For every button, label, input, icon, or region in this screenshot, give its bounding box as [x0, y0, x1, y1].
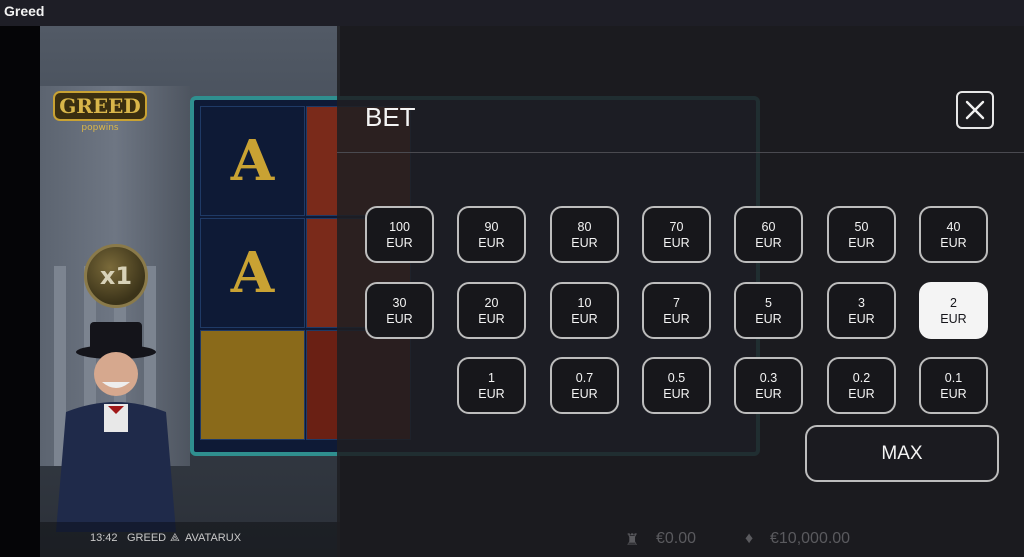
bet-option-30[interactable]: 30 EUR [365, 282, 434, 339]
bet-amount: 20 [484, 295, 499, 310]
bet-currency: EUR [940, 386, 967, 401]
bet-amount: 0.7 [575, 370, 594, 385]
close-button[interactable] [956, 91, 994, 129]
bet-amount: 100 [389, 219, 410, 234]
bet-currency: EUR [571, 311, 598, 326]
bet-currency: EUR [386, 235, 413, 250]
bet-currency: EUR [663, 386, 690, 401]
bet-option-1[interactable]: 1 EUR [457, 357, 526, 414]
reel-symbol [200, 330, 305, 440]
bet-amount: 10 [577, 295, 592, 310]
bet-option-10[interactable]: 10 EUR [550, 282, 619, 339]
bet-currency: EUR [755, 235, 782, 250]
bet-currency: EUR [478, 235, 505, 250]
bet-option-5[interactable]: 5 EUR [734, 282, 803, 339]
balance-amount: €10,000.00 [770, 530, 851, 547]
bet-option-0-2[interactable]: 0.2 EUR [827, 357, 896, 414]
bet-amount: 80 [577, 219, 592, 234]
bet-option-2[interactable]: 2 EUR [919, 282, 988, 339]
bet-divider [337, 152, 1024, 153]
provider-text: AVATARUX [185, 532, 242, 544]
bet-amount: 5 [765, 295, 772, 310]
symbol-a: A [200, 218, 305, 328]
bet-option-0-3[interactable]: 0.3 EUR [734, 357, 803, 414]
bet-option-70[interactable]: 70 EUR [642, 206, 711, 263]
provider-icon: ⟁ [170, 532, 180, 544]
game-name-text: GREED [127, 532, 167, 544]
bet-amount: 0.3 [759, 370, 778, 385]
bet-amount: 60 [761, 219, 776, 234]
bet-currency: EUR [848, 235, 875, 250]
max-bet-button[interactable]: MAX [805, 425, 999, 482]
bet-currency: EUR [663, 235, 690, 250]
svg-text:GREED: GREED [59, 94, 141, 118]
bet-option-100[interactable]: 100 EUR [365, 206, 434, 263]
bet-currency: EUR [940, 235, 967, 250]
bet-option-7[interactable]: 7 EUR [642, 282, 711, 339]
clock-text: 13:42 [90, 532, 118, 544]
bet-currency: EUR [571, 235, 598, 250]
bet-amount: 7 [673, 295, 680, 310]
game-area: GREED popwins x1 A A 13:42 GREED ⟁ AVATA… [0, 26, 1024, 557]
bet-amount: 3 [858, 295, 865, 310]
greed-character-illustration [56, 322, 176, 532]
bet-amount: 90 [484, 219, 499, 234]
bet-option-20[interactable]: 20 EUR [457, 282, 526, 339]
bet-amount: 0.2 [852, 370, 871, 385]
game-footer: 13:42 GREED ⟁ AVATARUX [40, 522, 340, 557]
bet-currency: EUR [386, 311, 413, 326]
bet-amount: 0.1 [944, 370, 963, 385]
bet-amount: 1 [488, 370, 495, 385]
bet-amount: 0.5 [667, 370, 686, 385]
bet-currency: EUR [663, 311, 690, 326]
window-title: Greed [0, 0, 1024, 26]
bet-option-90[interactable]: 90 EUR [457, 206, 526, 263]
bet-option-50[interactable]: 50 EUR [827, 206, 896, 263]
greed-logo: GREED popwins [53, 91, 147, 133]
close-icon [965, 100, 985, 120]
bet-currency: EUR [940, 311, 967, 326]
bet-amount: 50 [854, 219, 869, 234]
bet-amount: 2 [950, 295, 957, 310]
bet-option-0-5[interactable]: 0.5 EUR [642, 357, 711, 414]
bet-option-3[interactable]: 3 EUR [827, 282, 896, 339]
trophy-icon: ♜ [625, 532, 640, 549]
bet-panel: BET 100 EUR 90 EUR 80 EUR 70 EUR 60 EUR 50 EUR 40 EUR… [337, 26, 1024, 557]
svg-text:popwins: popwins [81, 123, 118, 133]
win-amount: €0.00 [656, 530, 697, 547]
bet-currency: EUR [478, 311, 505, 326]
bet-title: BET [365, 102, 416, 132]
bet-currency: EUR [848, 311, 875, 326]
symbol-a: A [200, 106, 305, 216]
bet-currency: EUR [755, 386, 782, 401]
bet-option-0-1[interactable]: 0.1 EUR [919, 357, 988, 414]
bet-amount: 30 [392, 295, 407, 310]
bet-currency: EUR [848, 386, 875, 401]
bet-amount: 70 [669, 219, 684, 234]
multiplier-badge: x1 [84, 244, 148, 308]
bet-amount: 40 [946, 219, 961, 234]
bet-option-80[interactable]: 80 EUR [550, 206, 619, 263]
bet-currency: EUR [478, 386, 505, 401]
bet-currency: EUR [571, 386, 598, 401]
bet-option-0-7[interactable]: 0.7 EUR [550, 357, 619, 414]
wallet-icon: ♦ [745, 530, 754, 547]
bet-currency: EUR [755, 311, 782, 326]
left-letterbox [0, 26, 40, 557]
bet-option-40[interactable]: 40 EUR [919, 206, 988, 263]
bet-option-60[interactable]: 60 EUR [734, 206, 803, 263]
